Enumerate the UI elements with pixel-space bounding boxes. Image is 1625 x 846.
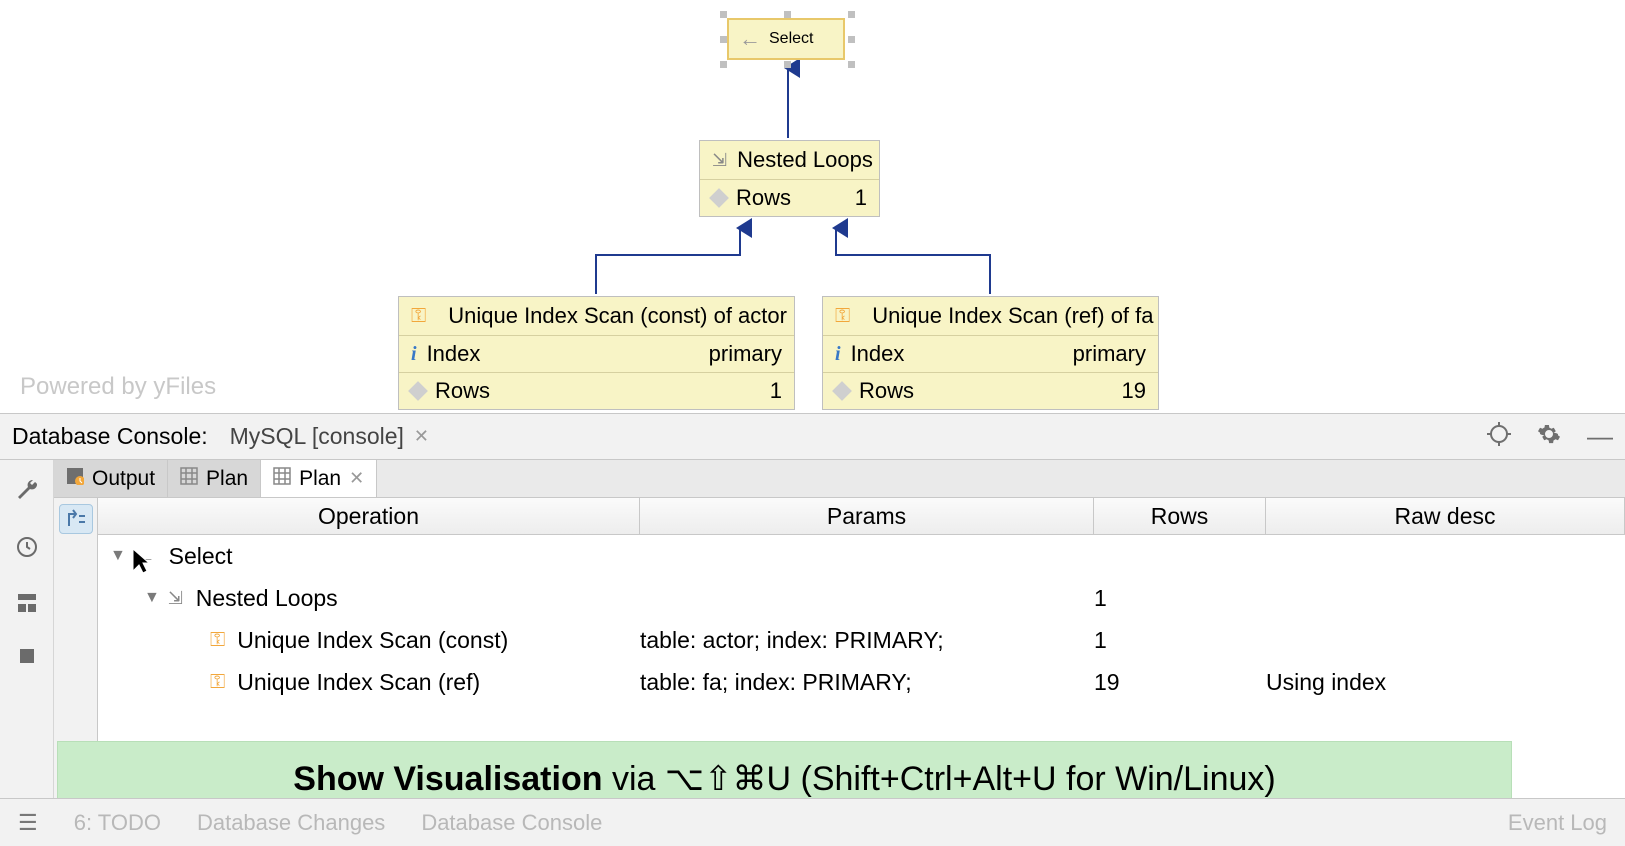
- plan-node-label: Unique Index Scan (const) of actor: [448, 303, 787, 329]
- op-label: Unique Index Scan (ref): [237, 669, 480, 696]
- layout-icon[interactable]: [16, 592, 38, 619]
- table-row[interactable]: ⚿ Unique Index Scan (ref) table: fa; inde…: [98, 661, 1625, 703]
- diamond-icon: [408, 381, 428, 401]
- output-icon: [66, 467, 84, 491]
- status-todo[interactable]: 6: TODO: [74, 810, 161, 836]
- tab-label: Output: [92, 467, 155, 491]
- panel-header: Database Console: MySQL [console] ✕ —: [0, 413, 1625, 460]
- plan-node-label: Nested Loops: [737, 147, 873, 173]
- grid-header: Operation Params Rows Raw desc: [98, 498, 1625, 535]
- tab-label: Plan: [299, 467, 341, 491]
- plan-node-label: Select: [769, 30, 813, 48]
- gear-icon[interactable]: [1537, 422, 1561, 452]
- op-label: Nested Loops: [196, 585, 338, 612]
- rows-value: 19: [1094, 669, 1266, 696]
- chevron-down-icon[interactable]: ▼: [144, 589, 160, 607]
- diamond-icon: [709, 188, 729, 208]
- nested-loops-icon: ⇲: [712, 150, 727, 171]
- subtab-bar: Output Plan Plan ✕: [54, 460, 1625, 498]
- rows-label: Rows: [435, 378, 490, 404]
- tool-sidebar: [0, 460, 54, 798]
- plan-node-scan-fa[interactable]: ⚿ Unique Index Scan (ref) of fa i Index p…: [822, 296, 1159, 410]
- rows-value: 1: [770, 378, 782, 404]
- plan-node-nested-loops[interactable]: ⇲ Nested Loops Rows 1: [699, 140, 880, 217]
- col-raw-desc[interactable]: Raw desc: [1266, 498, 1625, 534]
- table-row[interactable]: ⚿ Unique Index Scan (const) table: actor;…: [98, 619, 1625, 661]
- nested-loops-icon: ⇲: [168, 588, 183, 609]
- expand-tree-button[interactable]: [59, 504, 93, 534]
- table-row[interactable]: ▼ ← Select: [98, 535, 1625, 577]
- history-icon[interactable]: [15, 535, 39, 564]
- params-value: table: fa; index: PRIMARY;: [640, 669, 1094, 696]
- rows-value: 1: [1094, 627, 1266, 654]
- query-plan-diagram[interactable]: ← Select ⇲ Nested Loops Rows 1 ⚿ Unique …: [0, 0, 1625, 413]
- col-rows[interactable]: Rows: [1094, 498, 1266, 534]
- index-value: primary: [709, 341, 782, 367]
- powered-by-label: Powered by yFiles: [20, 373, 216, 401]
- status-db-changes[interactable]: Database Changes: [197, 810, 385, 836]
- rows-label: Rows: [736, 185, 791, 211]
- info-icon: i: [835, 343, 841, 366]
- close-icon[interactable]: ✕: [349, 468, 364, 489]
- target-icon[interactable]: [1487, 422, 1511, 452]
- rows-value: 1: [855, 185, 867, 211]
- op-label: Select: [169, 543, 233, 570]
- params-value: table: actor; index: PRIMARY;: [640, 627, 1094, 654]
- plan-node-select[interactable]: ← Select: [727, 18, 845, 60]
- chevron-down-icon[interactable]: ▼: [110, 547, 126, 565]
- table-row[interactable]: ▼ ⇲ Nested Loops 1: [98, 577, 1625, 619]
- rows-label: Rows: [859, 378, 914, 404]
- tab-output[interactable]: Output: [54, 460, 168, 497]
- info-icon: i: [411, 343, 417, 366]
- list-icon[interactable]: ☰: [18, 810, 38, 836]
- index-label: Index: [427, 341, 481, 367]
- console-tab[interactable]: MySQL [console] ✕: [230, 423, 429, 450]
- plan-node-scan-actor[interactable]: ⚿ Unique Index Scan (const) of actor i In…: [398, 296, 795, 410]
- plan-node-label: Unique Index Scan (ref) of fa: [872, 303, 1153, 329]
- index-value: primary: [1073, 341, 1146, 367]
- col-operation[interactable]: Operation: [98, 498, 640, 534]
- raw-desc-value: Using index: [1266, 669, 1625, 696]
- panel-title: Database Console:: [12, 423, 208, 450]
- tab-plan-2[interactable]: Plan ✕: [261, 460, 377, 497]
- key-icon: ⚿: [210, 629, 225, 652]
- wrench-icon[interactable]: [15, 478, 39, 507]
- stop-icon[interactable]: [18, 647, 36, 670]
- arrow-left-icon: ←: [134, 543, 156, 569]
- diamond-icon: [832, 381, 852, 401]
- key-icon: ⚿: [411, 305, 426, 328]
- banner-bold: Show Visualisation: [293, 760, 602, 798]
- status-bar: ☰ 6: TODO Database Changes Database Cons…: [0, 798, 1625, 846]
- banner-rest: via ⌥⇧⌘U (Shift+Ctrl+Alt+U for Win/Linux…: [603, 760, 1276, 798]
- console-tab-label: MySQL [console]: [230, 423, 404, 450]
- key-icon: ⚿: [835, 305, 850, 328]
- index-label: Index: [851, 341, 905, 367]
- tab-plan-1[interactable]: Plan: [168, 460, 261, 497]
- col-params[interactable]: Params: [640, 498, 1094, 534]
- status-event-log[interactable]: Event Log: [1508, 810, 1607, 836]
- key-icon: ⚿: [210, 671, 225, 694]
- op-label: Unique Index Scan (const): [237, 627, 508, 654]
- table-icon: [273, 467, 291, 491]
- minimize-icon[interactable]: —: [1587, 421, 1613, 452]
- close-icon[interactable]: ✕: [414, 426, 429, 447]
- table-icon: [180, 467, 198, 491]
- arrow-left-icon: ←: [739, 26, 761, 52]
- rows-value: 19: [1122, 378, 1146, 404]
- tab-label: Plan: [206, 467, 248, 491]
- rows-value: 1: [1094, 585, 1266, 612]
- status-db-console[interactable]: Database Console: [421, 810, 602, 836]
